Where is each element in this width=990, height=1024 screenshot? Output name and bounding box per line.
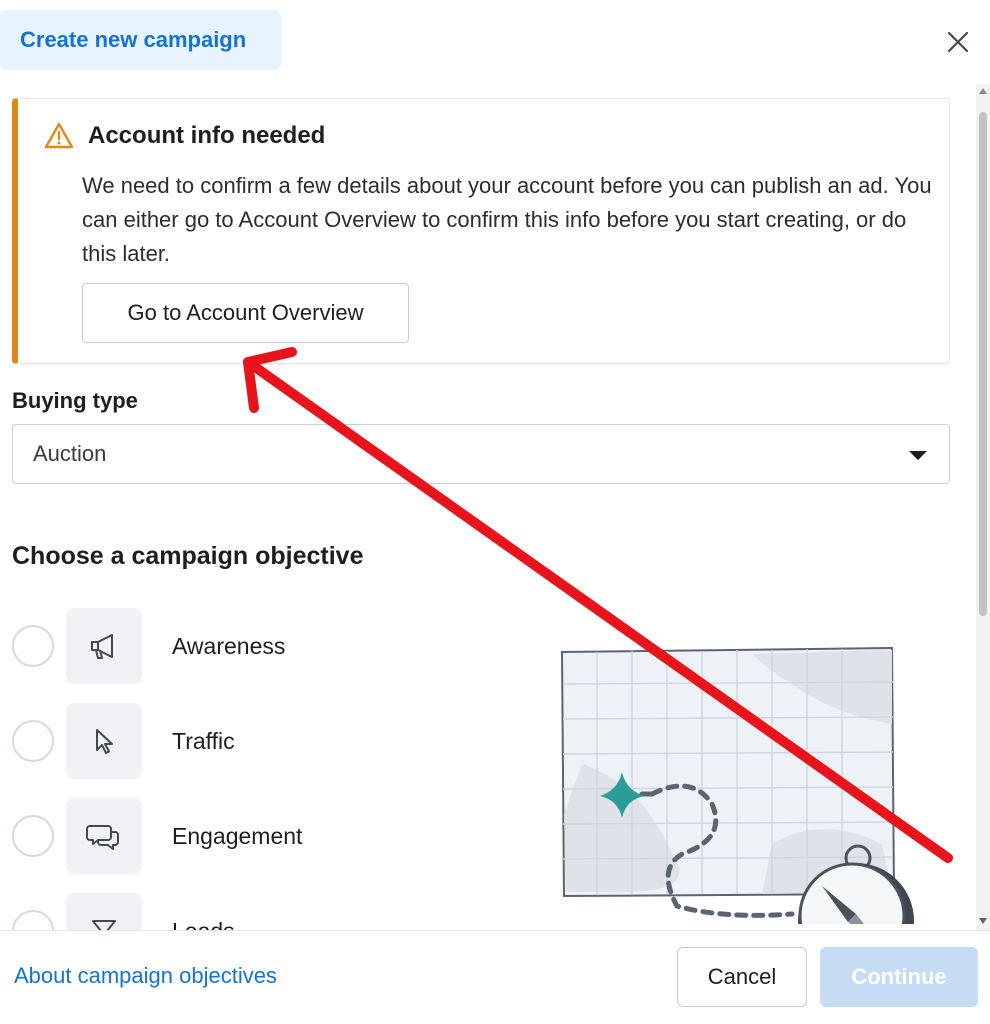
megaphone-icon [91, 634, 113, 659]
radio-button[interactable] [12, 815, 54, 857]
notice-title: Account info needed [88, 122, 326, 149]
vertical-scrollbar[interactable] [976, 84, 990, 930]
radio-button[interactable] [12, 625, 54, 667]
about-campaign-objectives-link[interactable]: About campaign objectives [14, 963, 277, 989]
scroll-up-arrow-icon[interactable] [979, 88, 987, 94]
close-button[interactable] [938, 22, 978, 62]
notice-body: We need to confirm a few details about y… [82, 173, 932, 266]
buying-type-label: Buying type [12, 388, 138, 413]
dialog-footer: About campaign objectives Cancel Continu… [0, 930, 990, 1024]
objective-label: Engagement [172, 822, 303, 849]
funnel-icon [92, 920, 116, 930]
objective-icon-box [66, 893, 142, 930]
caret-down-icon [909, 451, 927, 460]
objective-icon-box [66, 608, 142, 684]
map-compass-illustration [560, 646, 914, 924]
objective-option-engagement[interactable]: Engagement [12, 798, 412, 874]
cursor-icon [96, 729, 113, 754]
account-info-notice: Account info needed We need to confirm a… [12, 98, 950, 364]
objective-icon-box [66, 703, 142, 779]
dialog-title-text: Create new campaign [20, 27, 247, 52]
cancel-button[interactable]: Cancel [677, 947, 807, 1007]
objective-option-traffic[interactable]: Traffic [12, 703, 412, 779]
continue-button[interactable]: Continue [820, 947, 978, 1007]
objective-label: Traffic [172, 727, 235, 754]
chat-bubbles-icon [86, 825, 119, 850]
objective-label: Leads [172, 918, 235, 931]
go-to-account-overview-button[interactable]: Go to Account Overview [82, 283, 409, 343]
buying-type-select[interactable]: Auction [12, 424, 950, 484]
radio-button[interactable] [12, 720, 54, 762]
dialog-title: Create new campaign [0, 10, 281, 70]
dialog-body: Account info needed We need to confirm a… [0, 84, 990, 930]
scrollbar-thumb[interactable] [979, 112, 987, 616]
scroll-down-arrow-icon[interactable] [979, 918, 987, 924]
objective-label: Awareness [172, 632, 286, 659]
objective-option-leads[interactable]: Leads [12, 893, 412, 930]
notice-header: Account info needed [44, 121, 325, 151]
warning-triangle-icon [44, 122, 74, 149]
close-icon [947, 31, 969, 53]
objective-icon-box [66, 798, 142, 874]
buying-type-value: Auction [33, 441, 107, 466]
objective-heading: Choose a campaign objective [12, 542, 364, 570]
objective-option-awareness[interactable]: Awareness [12, 608, 412, 684]
radio-button[interactable] [12, 910, 54, 930]
